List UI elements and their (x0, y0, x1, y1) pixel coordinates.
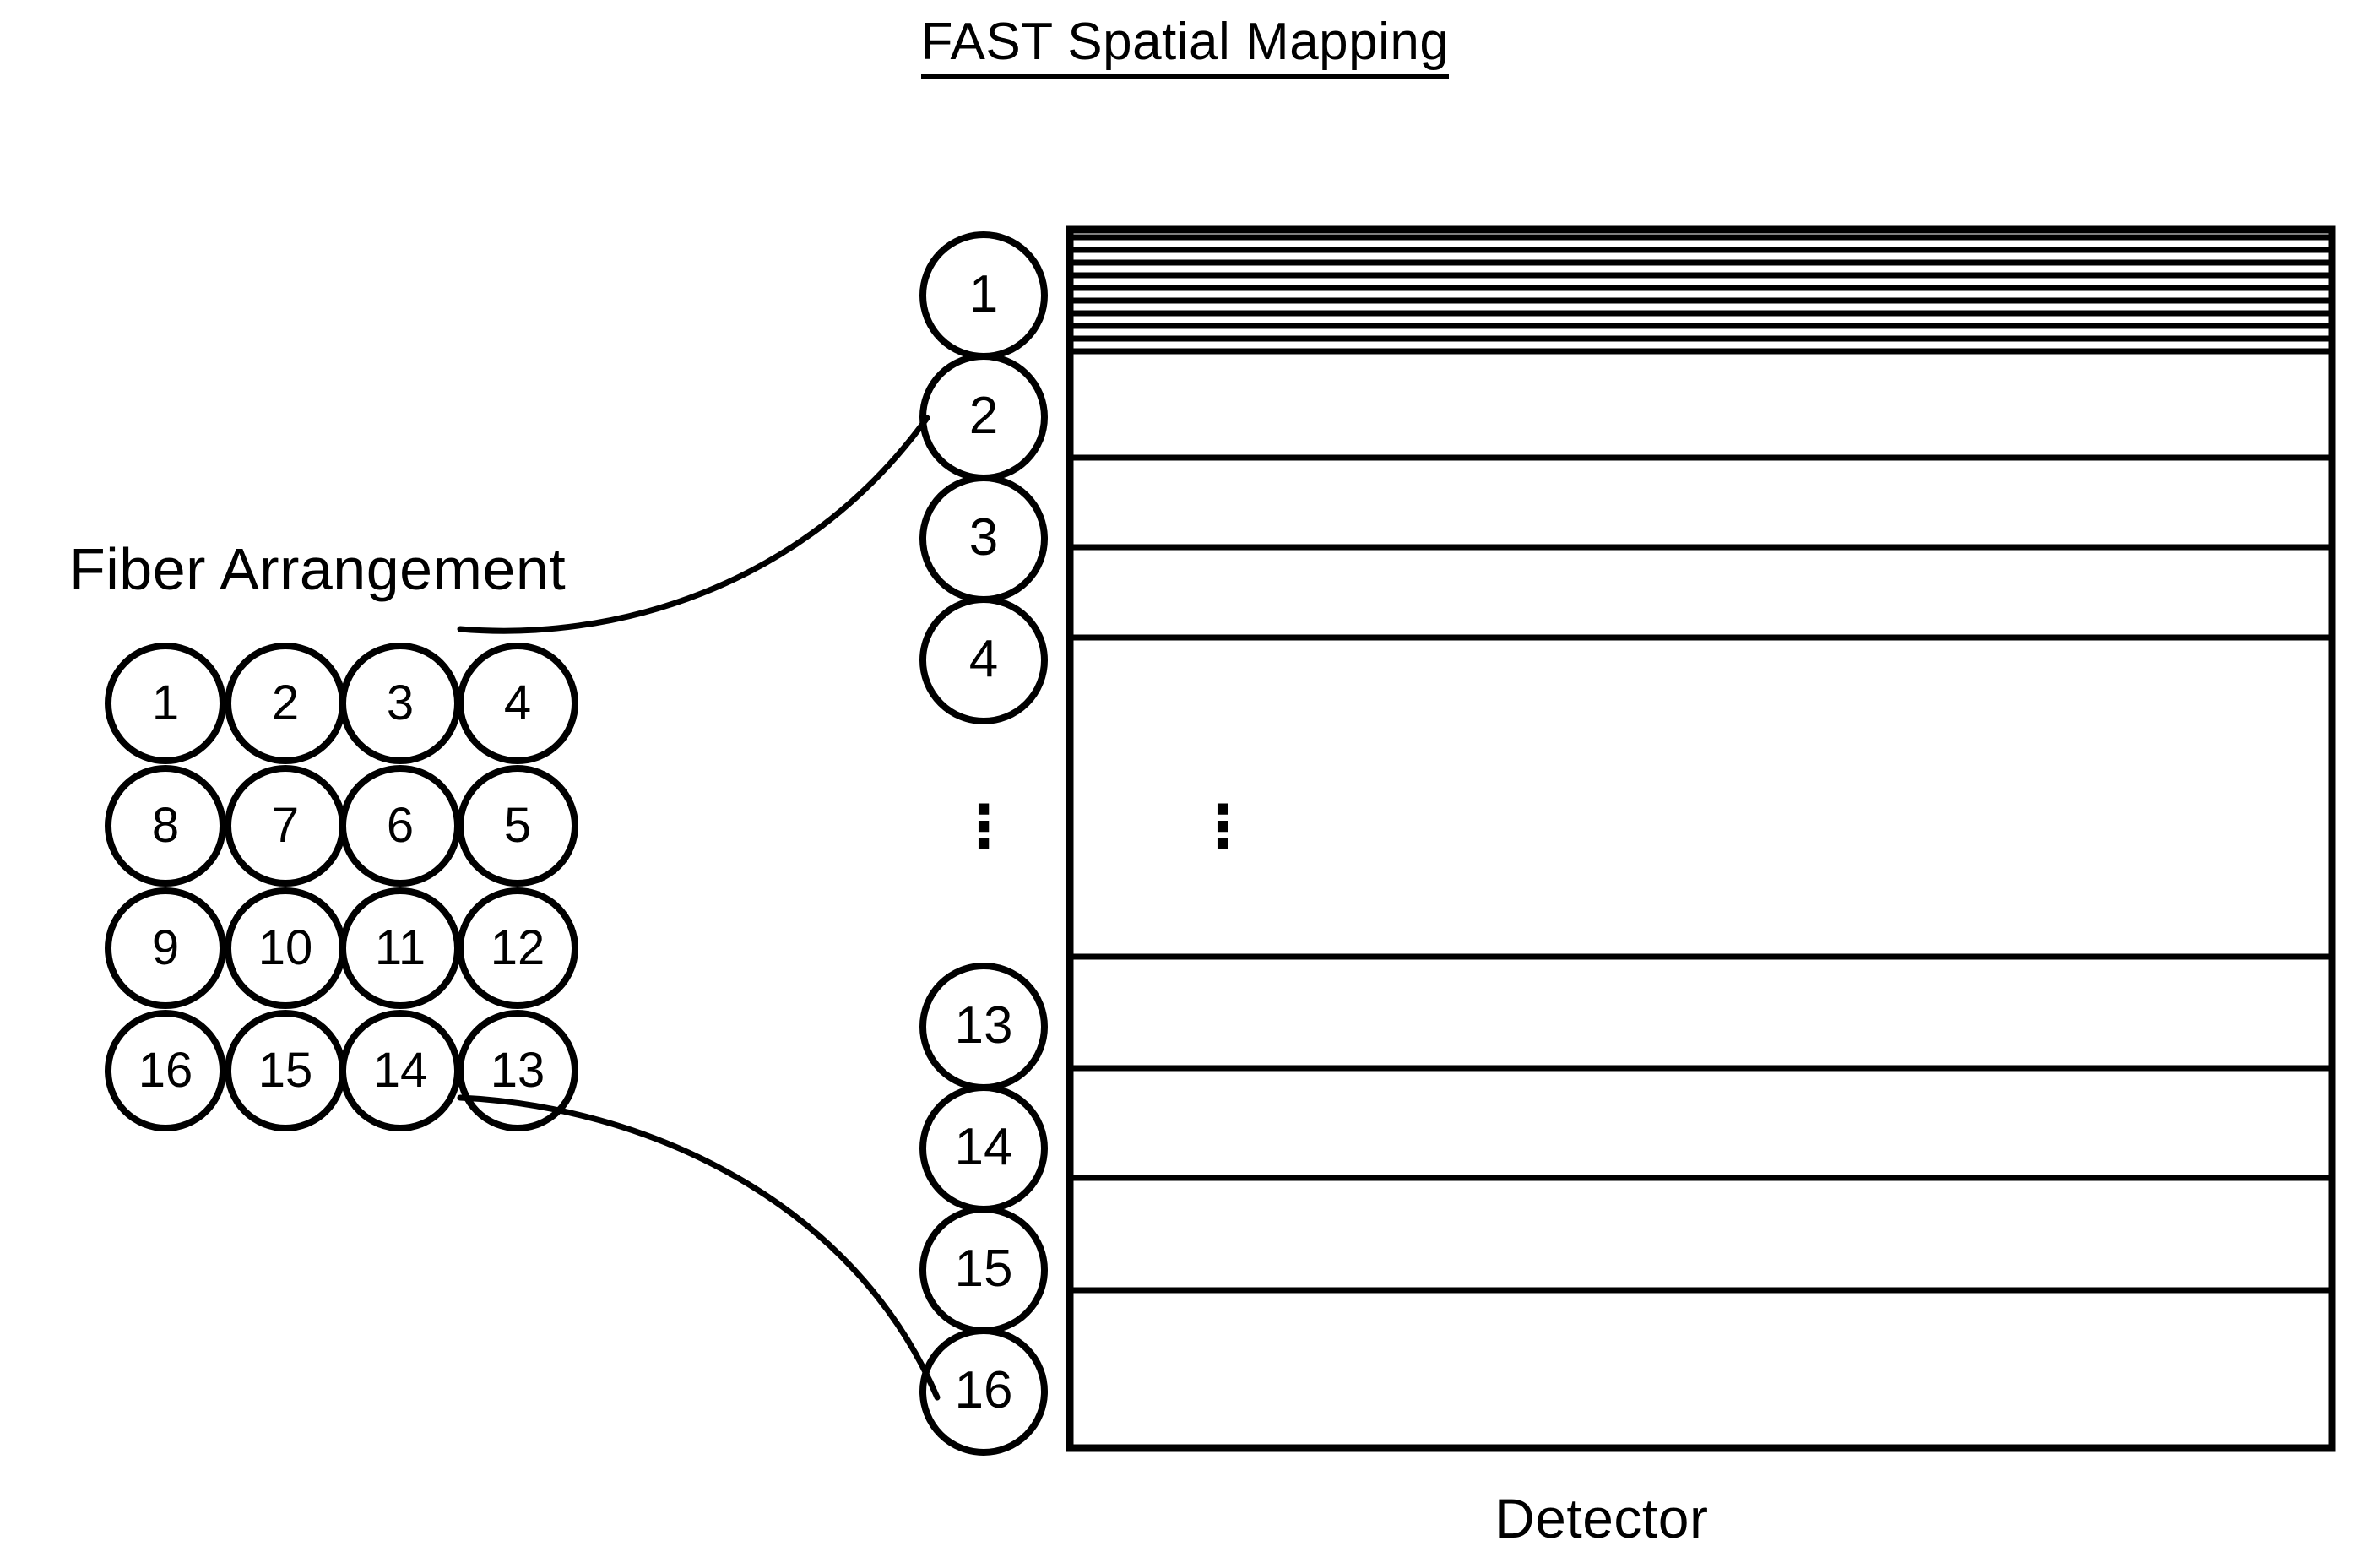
detector-dense-band (1066, 234, 2335, 355)
detector-row-separators (1066, 454, 2335, 1294)
column-ellipsis-icon: ⋮ (954, 794, 1013, 860)
diagram-canvas: FAST Spatial Mapping Fiber Arrangement D… (0, 0, 2370, 1568)
diagram-artwork (105, 225, 2336, 1456)
detector-label: Detector (1494, 1487, 1709, 1549)
fiber-arrangement-label: Fiber Arrangement (69, 536, 567, 602)
connector-grid13-to-column16 (457, 1094, 941, 1401)
detector-outline (1066, 225, 2336, 1452)
fiber-grid-circles (105, 643, 578, 1131)
page-title: FAST Spatial Mapping (0, 12, 2370, 79)
detector-ellipsis-icon: ⋮ (1193, 794, 1252, 860)
